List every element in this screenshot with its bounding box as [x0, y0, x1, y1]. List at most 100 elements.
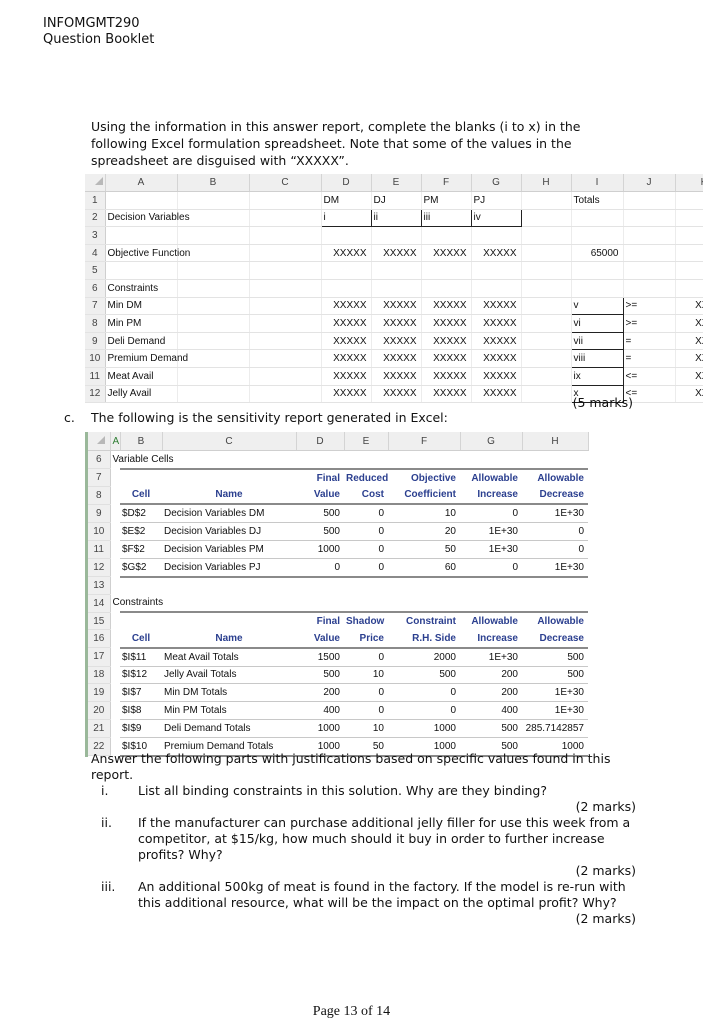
blank-cell-i[interactable]: i [320, 208, 372, 228]
constraint-coeff[interactable]: XXXXX [371, 385, 422, 404]
shadow-price[interactable]: 0 [344, 701, 388, 720]
row-header[interactable]: 10 [88, 522, 111, 541]
row-header[interactable]: 8 [85, 314, 106, 333]
row-header[interactable]: 19 [88, 683, 111, 703]
final-value[interactable]: 200 [296, 683, 344, 703]
allowable-decrease[interactable]: 0 [522, 522, 588, 541]
shadow-price[interactable]: 0 [344, 647, 388, 667]
objective-coeff[interactable]: XXXXX [471, 244, 522, 263]
row-header[interactable]: 17 [88, 647, 111, 667]
constraint-coeff[interactable]: XXXXX [321, 349, 372, 368]
allowable-increase[interactable]: 200 [460, 683, 522, 703]
row-header[interactable]: 5 [85, 261, 106, 280]
allowable-increase[interactable]: 1E+30 [460, 522, 522, 541]
blank-total-cell[interactable]: ix [570, 366, 624, 386]
constraint-coeff[interactable]: XXXXX [471, 367, 522, 386]
objective-coefficient[interactable]: 20 [388, 522, 460, 541]
constraint-rhs[interactable]: 1000 [388, 719, 460, 738]
decision-variables-label[interactable]: Decision Variables [105, 209, 190, 228]
row-header[interactable]: 11 [85, 367, 106, 386]
col-header[interactable]: G [460, 432, 523, 451]
constraint-coeff[interactable]: XXXXX [471, 297, 522, 316]
constraint-coeff[interactable]: XXXXX [421, 367, 472, 386]
constraint-coeff[interactable]: XXXXX [371, 349, 422, 368]
row-header[interactable]: 7 [88, 468, 111, 488]
col-header[interactable]: E [344, 432, 389, 451]
shadow-price[interactable]: 0 [344, 683, 388, 703]
variable-name[interactable]: Decision Variables PM [162, 540, 296, 559]
col-header[interactable]: D [296, 432, 345, 451]
blank-cell-iv[interactable]: iv [470, 208, 522, 228]
row-header[interactable]: 7 [85, 297, 106, 316]
allowable-increase[interactable]: 400 [460, 701, 522, 720]
col-header[interactable]: A [110, 432, 121, 451]
col-header[interactable]: H [522, 432, 589, 451]
constraint-coeff[interactable]: XXXXX [471, 349, 522, 368]
col-header[interactable]: A [105, 174, 178, 192]
final-value[interactable]: 1500 [296, 647, 344, 667]
reduced-cost[interactable]: 0 [344, 504, 388, 524]
var-header-dj[interactable]: DJ [371, 191, 422, 210]
objective-coefficient[interactable]: 10 [388, 504, 460, 524]
variable-name[interactable]: Decision Variables DM [162, 504, 296, 524]
constraint-coeff[interactable]: XXXXX [421, 385, 472, 404]
row-header[interactable]: 9 [85, 332, 106, 351]
constraint-coeff[interactable]: XXXXX [321, 367, 372, 386]
constraint-rhs[interactable]: XXXXX [675, 385, 703, 404]
allowable-decrease[interactable]: 285.7142857 [522, 719, 588, 738]
cell-ref[interactable]: $E$2 [120, 522, 162, 541]
col-header[interactable]: F [421, 174, 472, 192]
objective-total[interactable]: 65000 [571, 244, 624, 263]
constraint-name[interactable]: Meat Avail Totals [162, 647, 296, 667]
row-header[interactable]: 6 [88, 450, 111, 470]
constraint-name[interactable]: Deli Demand [105, 332, 178, 351]
col-header[interactable]: J [623, 174, 676, 192]
row-header[interactable]: 4 [85, 244, 106, 263]
objective-coefficient[interactable]: 50 [388, 540, 460, 559]
col-header[interactable]: C [249, 174, 322, 192]
allowable-decrease[interactable]: 1E+30 [522, 558, 588, 578]
allowable-increase[interactable]: 0 [460, 558, 522, 578]
constraint-coeff[interactable]: XXXXX [421, 314, 472, 333]
objective-coeff[interactable]: XXXXX [371, 244, 422, 263]
constraint-rhs[interactable]: 500 [388, 666, 460, 685]
blank-cell-ii[interactable]: ii [370, 208, 422, 228]
constraint-rhs[interactable]: XXXXX [675, 332, 703, 351]
constraint-coeff[interactable]: XXXXX [321, 332, 372, 351]
col-header[interactable]: B [177, 174, 250, 192]
var-header-pj[interactable]: PJ [471, 191, 522, 210]
constraint-coeff[interactable]: XXXXX [421, 332, 472, 351]
reduced-cost[interactable]: 0 [344, 558, 388, 578]
cell-ref[interactable]: $F$2 [120, 540, 162, 559]
final-value[interactable]: 500 [296, 504, 344, 524]
constraint-name[interactable]: Deli Demand Totals [162, 719, 296, 738]
cell-ref[interactable]: $I$11 [120, 647, 162, 667]
objective-function-label[interactable]: Objective Function [105, 244, 190, 263]
constraint-sign[interactable]: <= [623, 367, 676, 386]
row-header[interactable]: 10 [85, 349, 106, 368]
constraint-coeff[interactable]: XXXXX [421, 349, 472, 368]
allowable-increase[interactable]: 0 [460, 504, 522, 524]
col-header[interactable]: G [471, 174, 522, 192]
constraint-rhs[interactable]: XXXXX [675, 349, 703, 368]
constraint-coeff[interactable]: XXXXX [371, 314, 422, 333]
row-header[interactable]: 16 [88, 629, 111, 649]
row-header[interactable]: 15 [88, 612, 111, 631]
allowable-decrease[interactable]: 0 [522, 540, 588, 559]
constraints-label[interactable]: Constraints [105, 279, 178, 298]
row-header[interactable]: 11 [88, 540, 111, 559]
row-header[interactable]: 6 [85, 279, 106, 298]
constraint-name[interactable]: Min DM [105, 297, 178, 316]
row-header[interactable]: 8 [88, 486, 111, 505]
final-value[interactable]: 0 [296, 558, 344, 578]
constraint-sign[interactable]: = [623, 332, 676, 351]
final-value[interactable]: 400 [296, 701, 344, 720]
col-header[interactable]: F [388, 432, 461, 451]
allowable-decrease[interactable]: 1E+30 [522, 504, 588, 524]
row-header[interactable]: 14 [88, 594, 111, 613]
blank-cell-iii[interactable]: iii [420, 208, 472, 228]
constraint-coeff[interactable]: XXXXX [321, 297, 372, 316]
row-header[interactable]: 13 [88, 576, 111, 595]
final-value[interactable]: 500 [296, 666, 344, 685]
constraint-name[interactable]: Premium Demand [105, 349, 188, 368]
